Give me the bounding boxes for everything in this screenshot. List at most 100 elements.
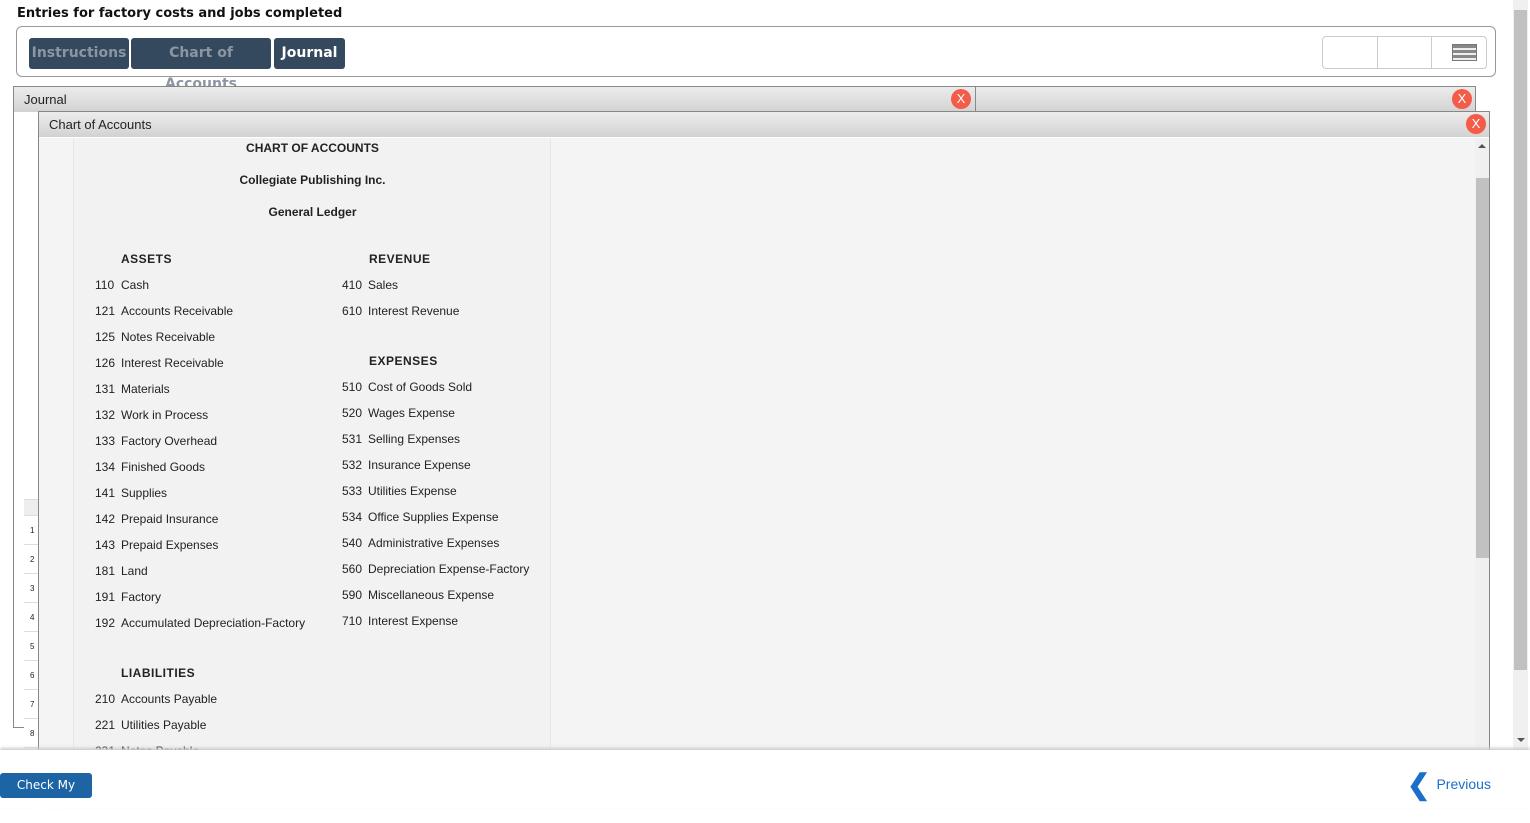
account-row: 142 Prepaid Insurance [95, 512, 218, 526]
row-number: 8 [24, 719, 38, 748]
account-name: Interest Expense [368, 614, 459, 628]
account-row: 520 Wages Expense [342, 406, 455, 420]
account-name: Interest Receivable [121, 356, 224, 370]
page-title: Entries for factory costs and jobs compl… [17, 6, 343, 21]
assets-heading: ASSETS [121, 252, 173, 266]
account-number: 533 [342, 484, 363, 498]
account-name: Wages Expense [368, 406, 455, 420]
account-name: Selling Expenses [368, 432, 461, 446]
coa-heading: CHART OF ACCOUNTS [246, 141, 379, 155]
account-name: Notes Receivable [121, 330, 216, 344]
account-number: 610 [342, 304, 363, 318]
account-name: Prepaid Expenses [121, 538, 219, 552]
close-coa-button[interactable]: X [1466, 114, 1486, 134]
account-number: 210 [95, 692, 116, 706]
account-name: Prepaid Insurance [121, 512, 219, 526]
scroll-down-icon[interactable] [1517, 738, 1525, 742]
account-name: Accumulated Depreciation-Factory [121, 616, 306, 630]
tab-chart-of-accounts[interactable]: Chart of Accounts [131, 38, 271, 92]
previous-label: Previous [1436, 776, 1491, 792]
account-row: 181 Land [95, 564, 148, 578]
row-number: 2 [24, 545, 38, 574]
account-row: 710 Interest Expense [342, 614, 458, 628]
account-number: 142 [95, 512, 116, 526]
account-row: 540 Administrative Expenses [342, 536, 499, 550]
coa-content: CHART OF ACCOUNTS Collegiate Publishing … [39, 138, 1475, 750]
account-name: Factory [121, 590, 162, 604]
account-row: 610 Interest Revenue [342, 304, 459, 318]
company-name: Collegiate Publishing Inc. [239, 173, 386, 187]
expenses-heading: EXPENSES [369, 354, 438, 368]
account-number: 534 [342, 510, 363, 524]
tab-instructions[interactable]: Instructions [29, 38, 129, 69]
account-number: 125 [95, 330, 116, 344]
coa-scrollbar[interactable] [1475, 138, 1489, 750]
account-number: 410 [342, 278, 363, 292]
account-name: Land [121, 564, 148, 578]
tab-journal[interactable]: Journal [274, 38, 345, 69]
account-number: 110 [95, 278, 115, 292]
account-name: Insurance Expense [368, 458, 471, 472]
scroll-up-icon[interactable] [1478, 144, 1486, 148]
account-row: 125 Notes Receivable [95, 330, 215, 344]
account-number: 134 [95, 460, 116, 474]
page-scrollbar[interactable] [1513, 0, 1528, 750]
account-name: Work in Process [121, 408, 209, 422]
row-number: 5 [24, 632, 38, 661]
account-row: 192 Accumulated Depreciation-Factory [95, 616, 305, 630]
account-name: Cost of Goods Sold [368, 380, 473, 394]
account-number: 710 [342, 614, 363, 628]
account-row: 191 Factory [95, 590, 161, 604]
account-row: 110 Cash [95, 278, 149, 292]
previous-button[interactable]: ❮ Previous [1407, 770, 1491, 799]
revenue-heading: REVENUE [369, 252, 431, 266]
account-number: 121 [95, 304, 116, 318]
account-number: 510 [342, 380, 363, 394]
row-number: 7 [24, 690, 38, 719]
chevron-left-icon: ❮ [1407, 769, 1431, 801]
row-number: 4 [24, 603, 38, 632]
account-row: 560 Depreciation Expense-Factory [342, 562, 529, 576]
account-name: Finished Goods [121, 460, 206, 474]
tool-button-1[interactable] [1323, 37, 1378, 68]
close-journal-button[interactable]: X [951, 89, 971, 109]
account-number: 221 [95, 718, 116, 732]
account-row: 533 Utilities Expense [342, 484, 457, 498]
journal-row-numbers: 1 2 3 4 5 6 7 8 [24, 457, 38, 748]
account-row: 510 Cost of Goods Sold [342, 380, 472, 394]
account-name: Materials [121, 382, 170, 396]
account-number: 133 [95, 434, 116, 448]
account-name: Office Supplies Expense [368, 510, 499, 524]
menu-button[interactable] [1432, 37, 1486, 68]
chart-of-accounts-panel: Chart of Accounts X CHART OF ACCOUNTS Co… [38, 111, 1490, 751]
account-number: 192 [95, 616, 116, 630]
account-number: 520 [342, 406, 363, 420]
row-number: 1 [24, 516, 38, 545]
account-number: 126 [95, 356, 116, 370]
account-name: Cash [121, 278, 150, 292]
tool-button-2[interactable] [1378, 37, 1433, 68]
row-number: 6 [24, 661, 38, 690]
account-row: 590 Miscellaneous Expense [342, 588, 494, 602]
journal-panel-title: Journal [14, 87, 975, 112]
account-number: 540 [342, 536, 363, 550]
account-name: Factory Overhead [121, 434, 218, 448]
close-second-panel-button[interactable]: X [1452, 89, 1472, 109]
account-row: 132 Work in Process [95, 408, 208, 422]
account-row: 133 Factory Overhead [95, 434, 217, 448]
account-number: 181 [95, 564, 116, 578]
check-my-work-button[interactable]: Check My Work [0, 773, 92, 817]
account-row: 410 Sales [342, 278, 398, 292]
account-row: 221 Utilities Payable [95, 718, 206, 732]
account-row: 143 Prepaid Expenses [95, 538, 218, 552]
footer: Check My Work ❮ Previous [0, 750, 1530, 817]
account-number: 531 [342, 432, 363, 446]
list-icon [1452, 44, 1478, 61]
account-number: 590 [342, 588, 363, 602]
account-name: Interest Revenue [368, 304, 460, 318]
account-row: 141 Supplies [95, 486, 167, 500]
account-name: Administrative Expenses [368, 536, 500, 550]
coa-panel-title: Chart of Accounts [39, 112, 1489, 137]
account-name: Utilities Payable [121, 718, 207, 732]
account-name: Accounts Receivable [121, 304, 234, 318]
